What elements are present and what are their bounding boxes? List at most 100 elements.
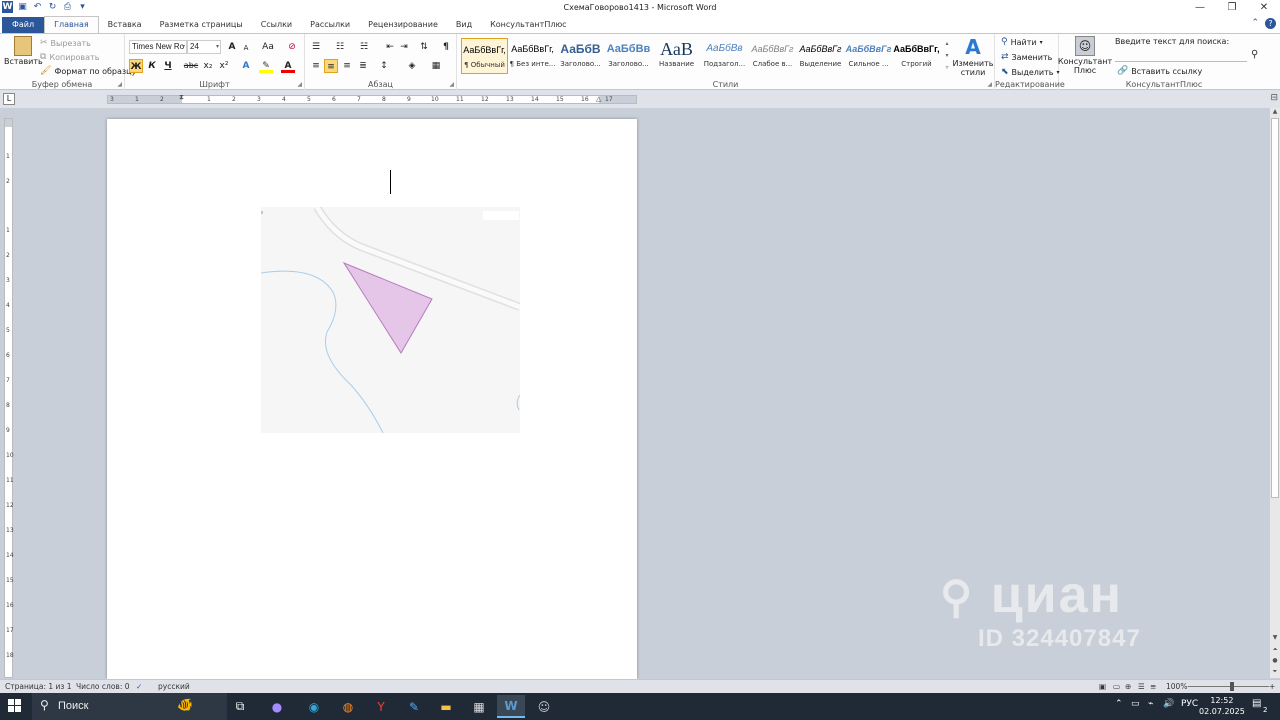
font-size-select[interactable]: 24 ▾: [187, 40, 221, 54]
file-explorer-icon[interactable]: ▬: [432, 695, 460, 718]
windows-start-icon[interactable]: [8, 699, 22, 713]
change-case-button[interactable]: Aa: [259, 40, 277, 54]
style-no-spacing[interactable]: АаБбВвГг, ¶ Без инте...: [509, 38, 556, 74]
tab-konsultant[interactable]: КонсультантПлюс: [481, 17, 575, 33]
style-intense-emphasis[interactable]: АаБбВвГг Сильное ...: [845, 38, 892, 74]
right-indent-marker[interactable]: △: [596, 95, 601, 103]
borders-button[interactable]: ▦: [429, 59, 443, 73]
tab-mailings[interactable]: Рассылки: [301, 17, 359, 33]
konsultant-search-icon[interactable]: ⚲: [1251, 49, 1258, 60]
tab-view[interactable]: Вид: [447, 17, 481, 33]
browse-object-icon[interactable]: ●: [1270, 657, 1280, 664]
font-name-select[interactable]: Times New Ro ▾: [129, 40, 187, 54]
draft-view-icon[interactable]: ≡: [1150, 682, 1156, 691]
align-center-button[interactable]: ≡: [324, 59, 338, 73]
view-ruler-icon[interactable]: ⊟: [1270, 93, 1278, 103]
next-page-icon[interactable]: ⏷: [1270, 668, 1280, 676]
underline-button[interactable]: Ч: [161, 59, 175, 73]
zoom-slider[interactable]: [1189, 686, 1269, 687]
line-spacing-button[interactable]: ↕: [377, 59, 391, 73]
scroll-down-icon[interactable]: ▼: [1270, 634, 1280, 641]
taskbar-search[interactable]: ⚲ Поиск 🐠: [32, 693, 227, 720]
tab-insert[interactable]: Вставка: [99, 17, 151, 33]
style-heading1[interactable]: АаБбВ Заголово...: [557, 38, 604, 74]
shrink-font-button[interactable]: A: [239, 41, 253, 55]
style-subtle-emphasis[interactable]: АаБбВвГг Слабое в...: [749, 38, 796, 74]
zoom-slider-thumb[interactable]: [1230, 682, 1234, 691]
superscript-button[interactable]: x²: [217, 59, 231, 73]
print-layout-view-icon[interactable]: ▣: [1099, 682, 1106, 691]
justify-button[interactable]: ≣: [356, 59, 370, 73]
style-normal[interactable]: АаБбВвГг, ¶ Обычный: [461, 38, 508, 74]
grow-font-button[interactable]: A: [225, 40, 239, 54]
highlight-button[interactable]: ✎: [259, 59, 273, 73]
language-indicator[interactable]: русский: [158, 682, 190, 691]
styles-scroll[interactable]: ▴ ▾ ▿: [943, 38, 951, 74]
konsultant-search-input[interactable]: [1115, 49, 1247, 62]
close-button[interactable]: ✕: [1248, 0, 1280, 16]
horizontal-ruler[interactable]: 3 1 2 1 2 3 4 5 6 7 8 9 10 11 12 13 14 1…: [107, 93, 637, 104]
copilot-icon[interactable]: ●: [263, 695, 291, 718]
notification-icon[interactable]: ▤: [1252, 698, 1261, 709]
zoom-in-icon[interactable]: +: [1269, 682, 1275, 691]
clock[interactable]: 12:52 02.07.2025: [1199, 695, 1245, 717]
dialog-launcher-icon[interactable]: ◢: [297, 81, 302, 88]
find-button[interactable]: ⚲ Найти ▾: [1001, 37, 1043, 47]
scroll-thumb[interactable]: [1271, 118, 1279, 498]
keyboard-language[interactable]: РУС: [1181, 699, 1198, 709]
multilevel-list-button[interactable]: ☵: [357, 40, 371, 54]
task-view-icon[interactable]: ⧉: [226, 695, 254, 718]
strikethrough-button[interactable]: abc: [183, 59, 199, 73]
paste-button[interactable]: Вставить: [4, 36, 43, 66]
map-image[interactable]: [260, 204, 522, 434]
dialog-launcher-icon[interactable]: ◢: [117, 81, 122, 88]
style-title[interactable]: АаВ Название: [653, 38, 700, 74]
minimize-button[interactable]: —: [1184, 0, 1216, 16]
decrease-indent-button[interactable]: ⇤: [383, 40, 397, 54]
prev-page-icon[interactable]: ⏶: [1270, 646, 1280, 654]
ribbon-minimize-icon[interactable]: ⌃: [1251, 18, 1259, 29]
web-layout-view-icon[interactable]: ⊕: [1125, 682, 1131, 691]
page-count[interactable]: Страница: 1 из 1: [5, 682, 72, 691]
dialog-launcher-icon[interactable]: ◢: [449, 81, 454, 88]
numbering-button[interactable]: ☷: [333, 40, 347, 54]
bullets-button[interactable]: ☰: [309, 40, 323, 54]
calculator-icon[interactable]: ▦: [465, 695, 493, 718]
konsultant-plus-button[interactable]: ☺ Консультант Плюс: [1058, 36, 1112, 75]
konsultant-taskbar-icon[interactable]: ☺: [530, 695, 558, 718]
indent-marker[interactable]: ⧗: [179, 93, 184, 102]
scroll-up-icon[interactable]: ▲: [1270, 108, 1280, 115]
subscript-button[interactable]: x₂: [201, 59, 215, 73]
document-page[interactable]: [107, 119, 637, 679]
align-left-button[interactable]: ≡: [309, 59, 323, 73]
zoom-level[interactable]: 100%: [1166, 682, 1187, 691]
tab-references[interactable]: Ссылки: [252, 17, 301, 33]
pen-app-icon[interactable]: ✎: [400, 695, 428, 718]
yandex-browser-icon[interactable]: Y: [367, 695, 395, 718]
copy-button[interactable]: ⧉ Копировать: [40, 52, 99, 62]
align-right-button[interactable]: ≡: [340, 59, 354, 73]
spellcheck-icon[interactable]: ✓: [136, 682, 142, 691]
tray-expand-icon[interactable]: ⌃: [1115, 699, 1123, 709]
firefox-icon[interactable]: ◍: [334, 695, 362, 718]
style-emphasis[interactable]: АаБбВвГг Выделение: [797, 38, 844, 74]
sort-button[interactable]: ⇅: [417, 40, 431, 54]
clear-formatting-button[interactable]: ⊘: [285, 40, 299, 54]
full-screen-view-icon[interactable]: ▭: [1113, 682, 1120, 691]
usb-tray-icon[interactable]: ⌁: [1148, 699, 1153, 709]
style-heading2[interactable]: АаБбВв Заголово...: [605, 38, 652, 74]
italic-button[interactable]: К: [145, 59, 159, 73]
dialog-launcher-icon[interactable]: ◢: [987, 81, 992, 88]
vertical-ruler[interactable]: 1 2 1 2 3 4 5 6 7 8 9 10 11 12 13 14 15 …: [4, 118, 14, 678]
tab-review[interactable]: Рецензирование: [359, 17, 447, 33]
replace-button[interactable]: ⇄ Заменить: [1001, 52, 1052, 62]
tab-page-layout[interactable]: Разметка страницы: [151, 17, 252, 33]
shading-button[interactable]: ◈: [405, 59, 419, 73]
edge-icon[interactable]: ◉: [300, 695, 328, 718]
restore-button[interactable]: ❐: [1216, 0, 1248, 16]
show-marks-button[interactable]: ¶: [439, 40, 453, 54]
insert-link-button[interactable]: 🔗 Вставить ссылку: [1117, 66, 1202, 76]
network-tray-icon[interactable]: ▭: [1131, 699, 1140, 709]
style-subtitle[interactable]: АаБбВв Подзагол...: [701, 38, 748, 74]
tab-home[interactable]: Главная: [44, 16, 99, 33]
